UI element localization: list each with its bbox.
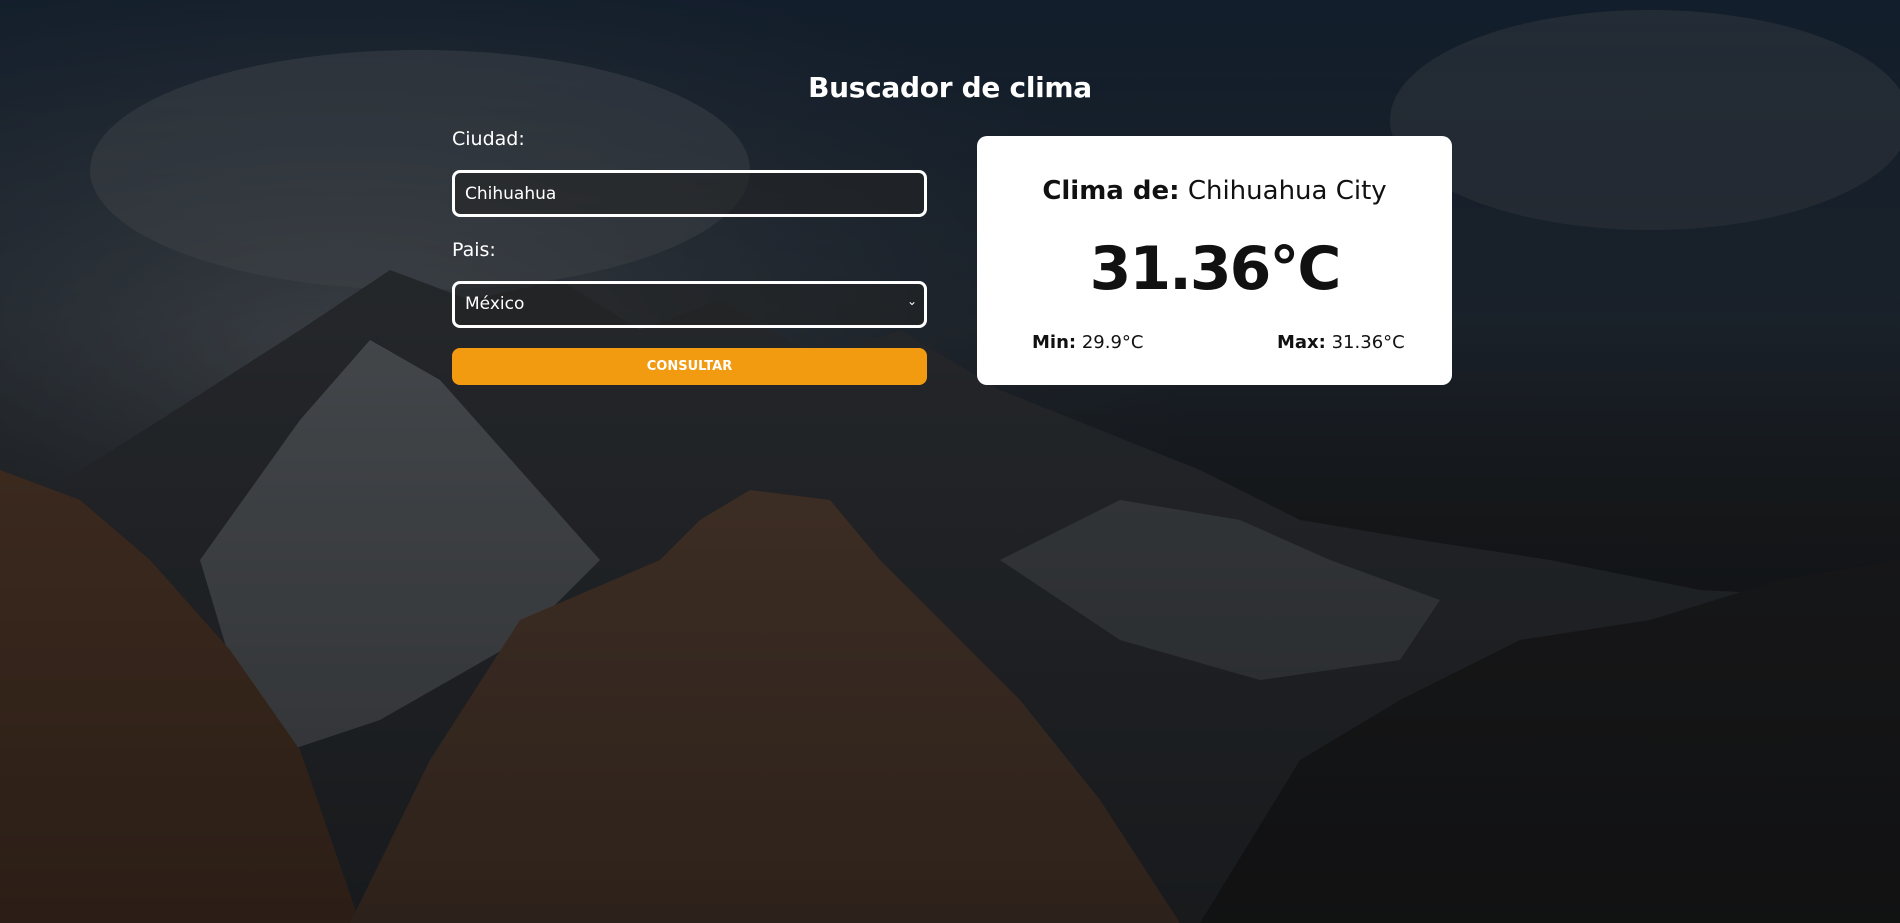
country-select-value[interactable]: México xyxy=(452,281,927,328)
weather-heading-prefix: Clima de: xyxy=(1042,176,1180,206)
mountain-scenery xyxy=(0,0,1900,923)
min-value: 29.9°C xyxy=(1081,332,1144,353)
max-label: Max: xyxy=(1277,332,1326,353)
weather-city-name: Chihuahua City xyxy=(1187,176,1387,206)
country-select[interactable]: México ⌄ xyxy=(452,281,927,328)
max-value: 31.36°C xyxy=(1331,332,1405,353)
max-temperature: Max: 31.36°C xyxy=(1277,332,1405,353)
chevron-down-icon: ⌄ xyxy=(906,294,917,308)
weather-heading: Clima de: Chihuahua City xyxy=(977,176,1452,206)
consultar-button[interactable]: CONSULTAR xyxy=(452,348,927,385)
city-label: Ciudad: xyxy=(452,128,525,150)
country-label: Pais: xyxy=(452,239,496,261)
current-temperature: 31.36°C xyxy=(1089,234,1342,304)
min-temperature: Min: 29.9°C xyxy=(1032,332,1144,353)
weather-search-form: Ciudad: Pais: México ⌄ CONSULTAR xyxy=(452,128,927,385)
min-label: Min: xyxy=(1032,332,1077,353)
page-title: Buscador de clima xyxy=(808,70,1092,104)
weather-result-card: Clima de: Chihuahua City 31.36°C Min: 29… xyxy=(977,136,1452,385)
city-input[interactable] xyxy=(452,170,927,217)
background-image xyxy=(0,0,1900,923)
